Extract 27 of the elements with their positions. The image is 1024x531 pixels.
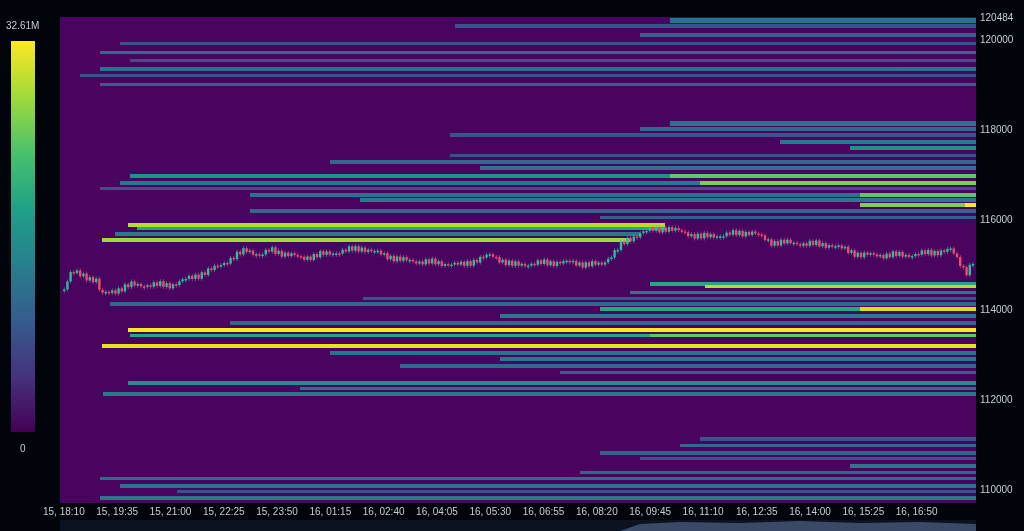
- time-axis-label: 15, 18:10: [43, 506, 85, 518]
- time-axis-label: 16, 01:15: [309, 506, 352, 518]
- time-axis-label: 15, 23:50: [256, 506, 298, 518]
- scale-max-label: 32.61M: [6, 19, 40, 33]
- time-axis-label: 16, 12:35: [735, 506, 778, 518]
- price-axis-label: 114000: [980, 304, 1013, 316]
- time-axis-label: 16, 08:20: [576, 506, 618, 518]
- time-axis-label: 15, 22:25: [202, 506, 245, 518]
- time-axis-label: 15, 19:35: [96, 506, 138, 518]
- price-axis-label: 120484: [980, 12, 1014, 24]
- time-axis-label: 16, 16:50: [895, 506, 938, 518]
- time-axis-label: 16, 11:10: [682, 506, 724, 518]
- time-axis-label: 16, 09:45: [629, 506, 671, 518]
- price-axis-label: 120000: [980, 34, 1014, 46]
- price-axis-label: 112000: [980, 394, 1013, 406]
- time-axis-label: 16, 02:40: [362, 506, 405, 518]
- time-axis-label: 16, 14:00: [789, 506, 831, 518]
- price-axis-label: 118000: [980, 124, 1013, 136]
- time-axis-label: 16, 15:25: [842, 506, 885, 518]
- time-axis-label: 16, 04:05: [416, 506, 458, 518]
- navigator-drawing[interactable]: [60, 520, 976, 531]
- time-axis-label: 15, 21:00: [149, 506, 192, 518]
- time-axis-label: 16, 06:55: [522, 506, 565, 518]
- scale-min-label: 0: [20, 442, 26, 456]
- price-axis-label: 116000: [980, 214, 1013, 226]
- price-axis-label: 110000: [980, 484, 1013, 496]
- time-axis-label: 16, 05:30: [469, 506, 512, 518]
